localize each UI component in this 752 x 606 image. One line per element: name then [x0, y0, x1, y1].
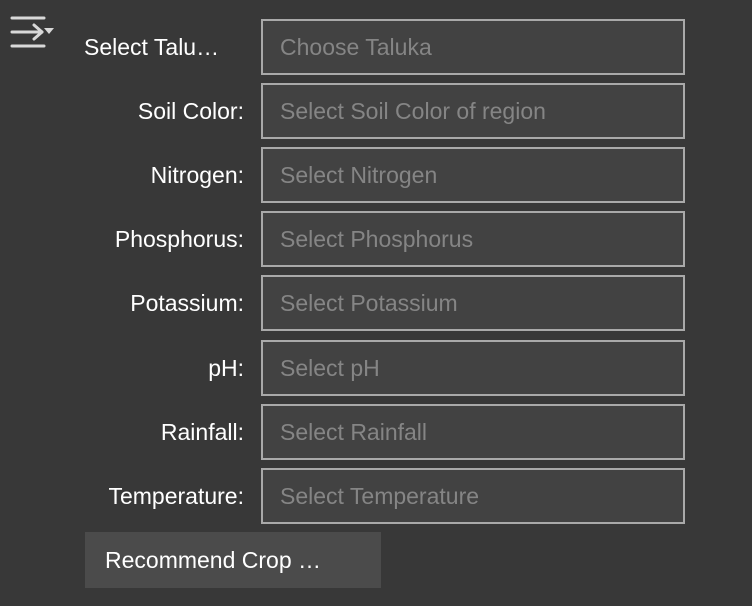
form-row-potassium: Potassium: [0, 275, 700, 331]
form-row-nitrogen: Nitrogen: [0, 147, 700, 203]
soil-color-label: Soil Color: [137, 98, 244, 124]
temperature-input[interactable] [261, 468, 685, 524]
rainfall-input[interactable] [261, 404, 685, 460]
phosphorus-label: Phosphorus: [114, 226, 244, 252]
form-row-ph: pH: [0, 340, 700, 396]
ph-input[interactable] [261, 340, 685, 396]
form-row-soil-color: Soil Color: [0, 83, 700, 139]
taluka-label: Select Talu… [84, 34, 220, 60]
temperature-label: Temperature: [108, 483, 244, 509]
form-row-rainfall: Rainfall: [0, 404, 700, 460]
potassium-input[interactable] [261, 275, 685, 331]
potassium-label: Potassium: [130, 290, 244, 316]
rainfall-label: Rainfall: [160, 419, 244, 445]
form-row-taluka: Select Talu… [0, 19, 700, 75]
nitrogen-label: Nitrogen: [150, 162, 244, 188]
recommend-crop-button[interactable]: Recommend Crop … [85, 532, 381, 588]
form-row-phosphorus: Phosphorus: [0, 211, 700, 267]
ph-label: pH: [208, 355, 244, 381]
form-row-temperature: Temperature: [0, 468, 700, 524]
phosphorus-input[interactable] [261, 211, 685, 267]
taluka-input[interactable] [261, 19, 685, 75]
soil-color-input[interactable] [261, 83, 685, 139]
nitrogen-input[interactable] [261, 147, 685, 203]
